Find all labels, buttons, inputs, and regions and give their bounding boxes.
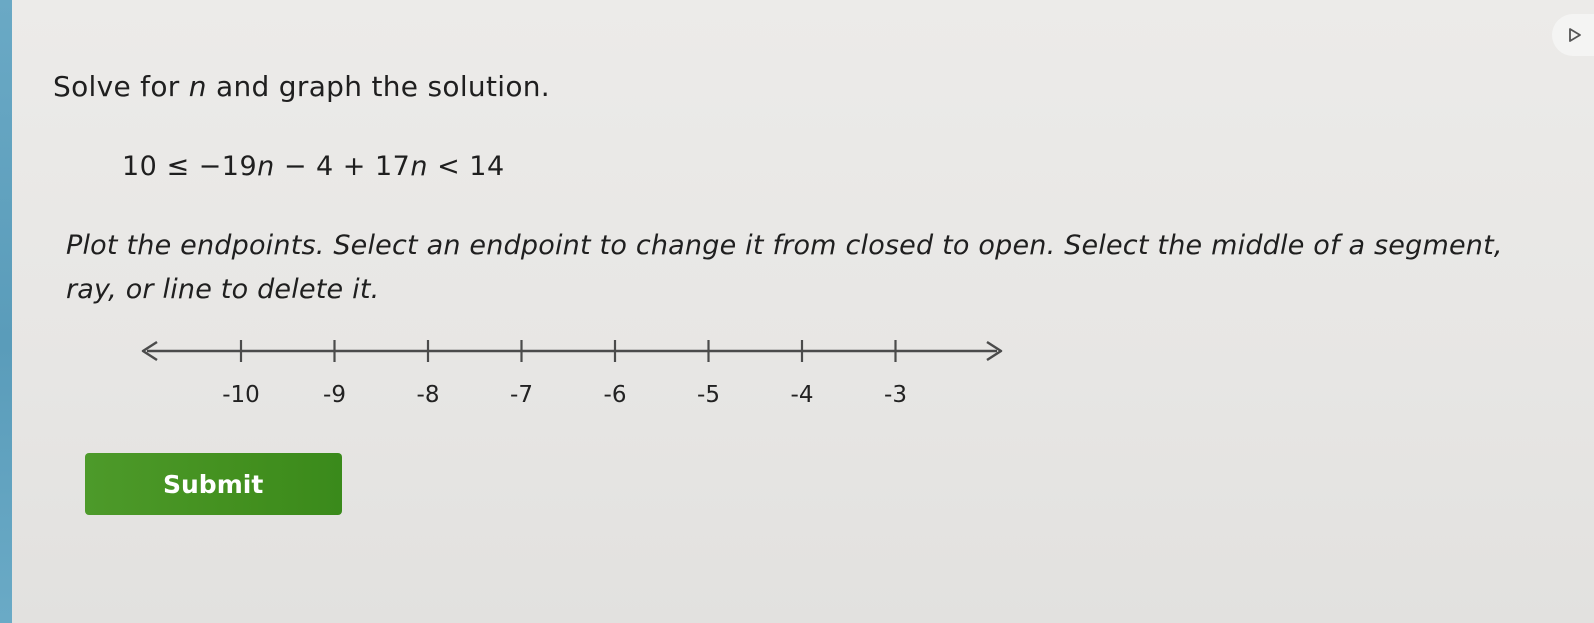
prompt-variable: n <box>188 70 207 103</box>
number-line[interactable]: -10 -9 -8 -7 -6 -5 -4 -3 <box>135 330 1015 415</box>
equation-variable: n <box>257 151 275 182</box>
left-edge-strip <box>0 0 12 623</box>
equation-part: − 4 + 17 <box>274 151 411 182</box>
next-button[interactable] <box>1552 14 1594 56</box>
equation-part: 10 ≤ −19 <box>122 151 258 182</box>
inequality-equation: 10 ≤ −19n − 4 + 17n < 14 <box>122 151 505 182</box>
number-line-tick-label: -7 <box>510 382 533 408</box>
instructions-text: Plot the endpoints. Select an endpoint t… <box>66 230 1503 305</box>
number-line-tick-label: -10 <box>222 382 260 408</box>
number-line-tick-label: -4 <box>791 382 814 408</box>
prompt-text-after: and graph the solution. <box>206 70 551 103</box>
prompt-text-before: Solve for <box>53 70 189 103</box>
equation-part: < 14 <box>428 151 505 182</box>
equation-variable: n <box>410 151 428 182</box>
number-line-tick-label: -6 <box>604 382 627 408</box>
number-line-tick-label: -8 <box>417 382 440 408</box>
question-prompt: Solve for n and graph the solution. <box>53 70 550 103</box>
number-line-tick-label: -9 <box>323 382 346 408</box>
play-triangle-icon <box>1569 28 1581 42</box>
number-line-tick-label: -5 <box>697 382 720 408</box>
submit-button[interactable]: Submit <box>85 453 342 515</box>
number-line-tick-label: -3 <box>884 382 907 408</box>
